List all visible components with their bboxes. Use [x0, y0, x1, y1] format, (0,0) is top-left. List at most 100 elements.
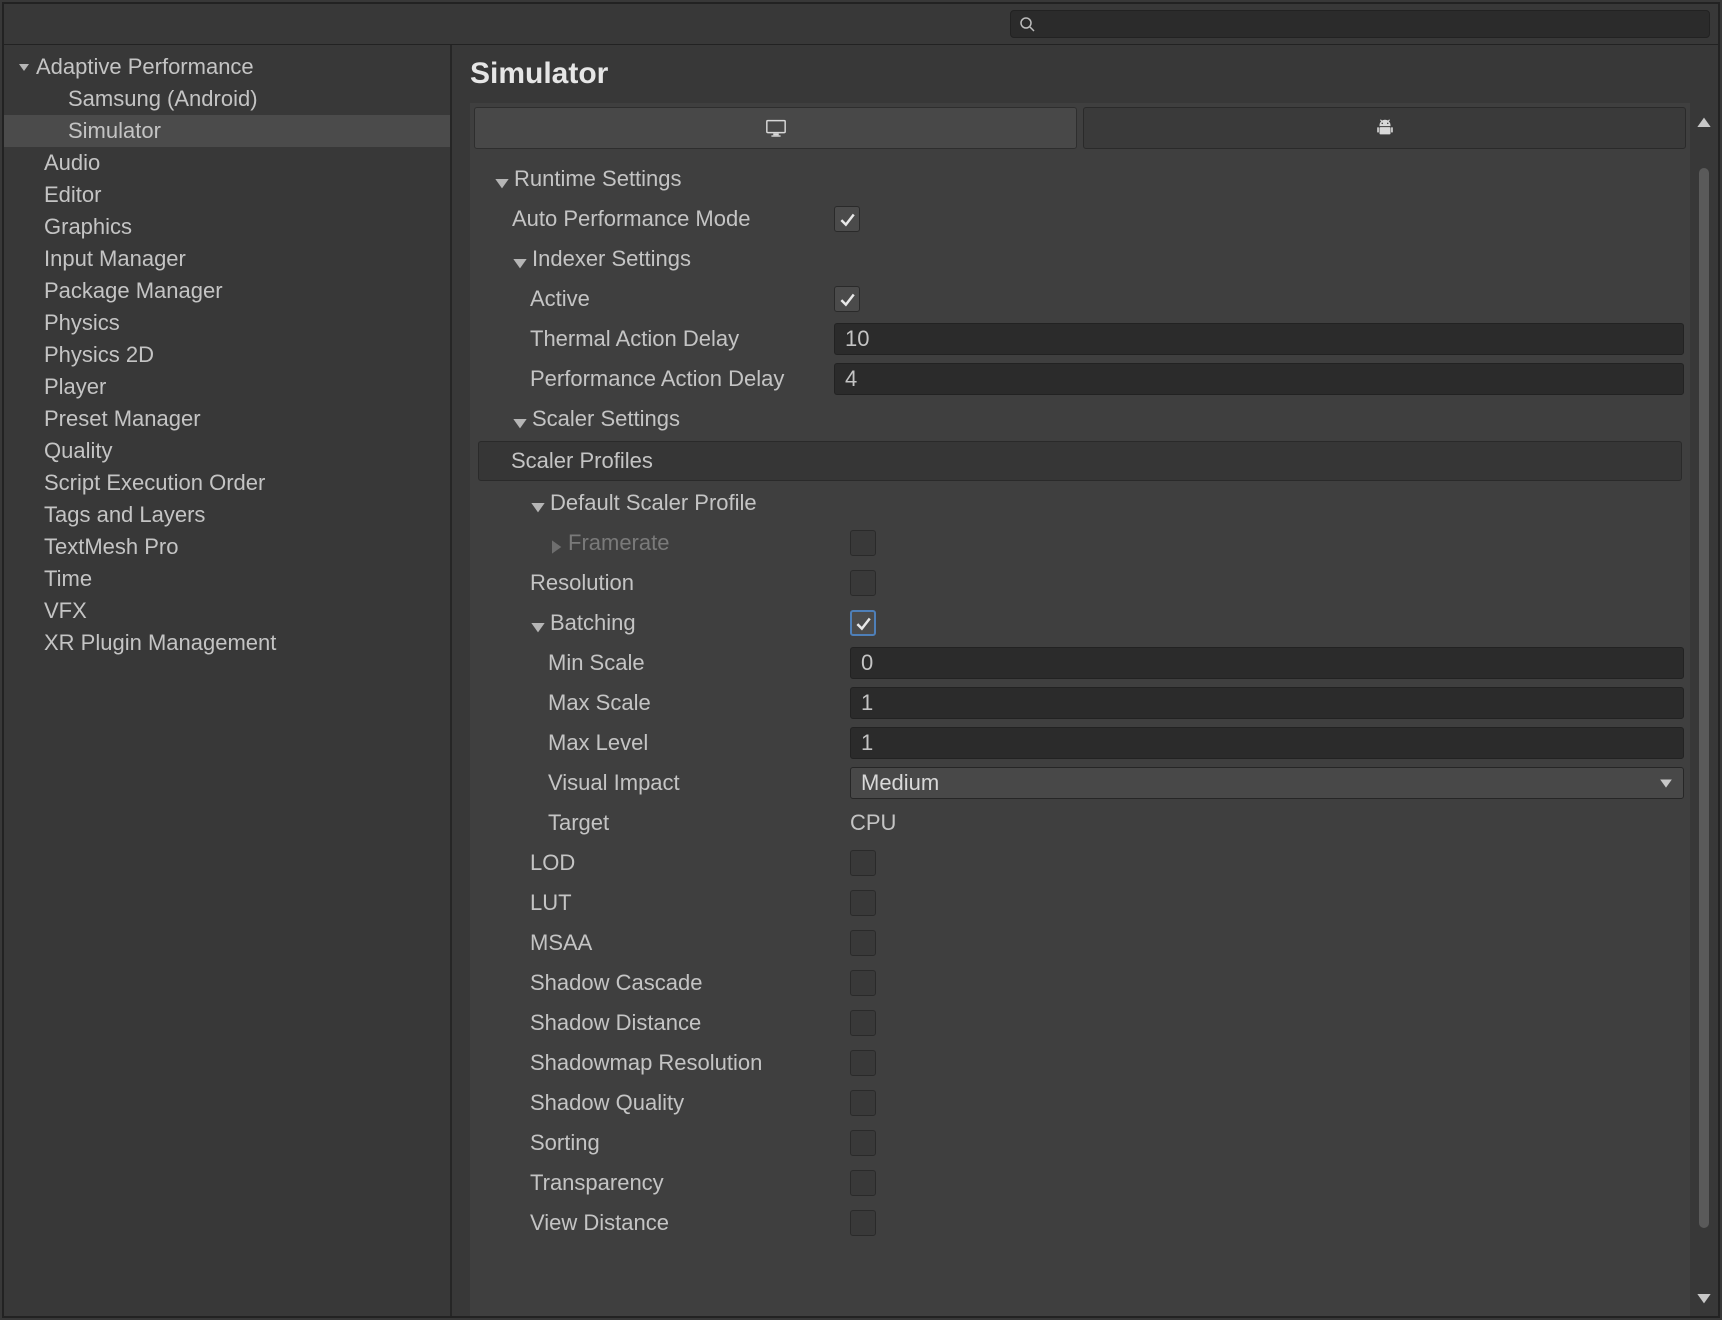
max-scale-input[interactable] — [850, 687, 1684, 719]
target-row: Target CPU — [476, 803, 1684, 843]
sidebar-item-adaptive-performance[interactable]: Adaptive Performance — [4, 51, 450, 83]
field-label: Framerate — [568, 530, 669, 556]
shadowmap-resolution-row: Shadowmap Resolution — [476, 1043, 1684, 1083]
sidebar-item-editor[interactable]: Editor — [4, 179, 450, 211]
thermal-action-delay-row: Thermal Action Delay — [476, 319, 1684, 359]
auto-performance-mode-row: Auto Performance Mode — [476, 199, 1684, 239]
field-label: Max Scale — [548, 690, 651, 716]
page-title: Simulator — [452, 45, 1690, 103]
shadow-quality-row: Shadow Quality — [476, 1083, 1684, 1123]
section-label: Runtime Settings — [514, 166, 682, 192]
toolbar — [4, 4, 1718, 44]
field-label: Shadow Quality — [530, 1090, 684, 1116]
shadow-distance-row: Shadow Distance — [476, 1003, 1684, 1043]
field-label: Target — [548, 810, 609, 836]
main-panel: Simulator Runtime Settings — [452, 45, 1718, 1316]
indexer-active-row: Active — [476, 279, 1684, 319]
search-input[interactable] — [1041, 14, 1701, 35]
runtime-settings-header[interactable]: Runtime Settings — [476, 159, 1684, 199]
search-field[interactable] — [1010, 10, 1710, 38]
shadow-quality-checkbox[interactable] — [850, 1090, 876, 1116]
scrollbar-thumb[interactable] — [1699, 168, 1709, 1228]
resolution-row: Resolution — [476, 563, 1684, 603]
sidebar-item-textmesh-pro[interactable]: TextMesh Pro — [4, 531, 450, 563]
default-scaler-profile-header[interactable]: Default Scaler Profile — [476, 483, 1684, 523]
sidebar-item-quality[interactable]: Quality — [4, 435, 450, 467]
chevron-down-icon — [1659, 776, 1673, 790]
field-label: LUT — [530, 890, 572, 916]
transparency-checkbox[interactable] — [850, 1170, 876, 1196]
sidebar-item-physics[interactable]: Physics — [4, 307, 450, 339]
sidebar-item-audio[interactable]: Audio — [4, 147, 450, 179]
shadow-cascade-checkbox[interactable] — [850, 970, 876, 996]
field-label: View Distance — [530, 1210, 669, 1236]
scaler-profiles-row[interactable]: Scaler Profiles — [478, 441, 1682, 481]
field-label: MSAA — [530, 930, 592, 956]
platform-tabs — [470, 103, 1690, 149]
field-label: Shadowmap Resolution — [530, 1050, 762, 1076]
sidebar-item-tags-and-layers[interactable]: Tags and Layers — [4, 499, 450, 531]
framerate-checkbox — [850, 530, 876, 556]
field-label: Scaler Profiles — [511, 448, 653, 474]
monitor-icon — [765, 117, 787, 139]
visual-impact-select[interactable]: Medium — [850, 767, 1684, 799]
sidebar-item-label: Physics — [44, 310, 120, 336]
content: Runtime Settings Auto Performance Mode — [470, 103, 1690, 1316]
batching-row[interactable]: Batching — [476, 603, 1684, 643]
section-label: Indexer Settings — [532, 246, 691, 272]
msaa-checkbox[interactable] — [850, 930, 876, 956]
sidebar-item-samsung-android[interactable]: Samsung (Android) — [4, 83, 450, 115]
shadowmap-resolution-checkbox[interactable] — [850, 1050, 876, 1076]
indexer-active-checkbox[interactable] — [834, 286, 860, 312]
sidebar-item-vfx[interactable]: VFX — [4, 595, 450, 627]
thermal-action-delay-input[interactable] — [834, 323, 1684, 355]
view-distance-checkbox[interactable] — [850, 1210, 876, 1236]
max-level-input[interactable] — [850, 727, 1684, 759]
sidebar-item-script-execution-order[interactable]: Script Execution Order — [4, 467, 450, 499]
section-label: Default Scaler Profile — [550, 490, 757, 516]
field-label: Min Scale — [548, 650, 645, 676]
sidebar-item-input-manager[interactable]: Input Manager — [4, 243, 450, 275]
sidebar-item-player[interactable]: Player — [4, 371, 450, 403]
field-label: Performance Action Delay — [530, 366, 784, 392]
field-label: Shadow Cascade — [530, 970, 702, 996]
chevron-down-icon — [512, 411, 528, 427]
resolution-checkbox[interactable] — [850, 570, 876, 596]
performance-action-delay-input[interactable] — [834, 363, 1684, 395]
batching-checkbox[interactable] — [850, 610, 876, 636]
sidebar-item-label: Tags and Layers — [44, 502, 205, 528]
sorting-checkbox[interactable] — [850, 1130, 876, 1156]
chevron-down-icon[interactable] — [1696, 1290, 1712, 1306]
sidebar-item-xr-plugin-management[interactable]: XR Plugin Management — [4, 627, 450, 659]
sidebar-item-label: Time — [44, 566, 92, 592]
sidebar-item-simulator[interactable]: Simulator — [4, 115, 450, 147]
min-scale-row: Min Scale — [476, 643, 1684, 683]
scaler-settings-header[interactable]: Scaler Settings — [476, 399, 1684, 439]
sidebar-item-time[interactable]: Time — [4, 563, 450, 595]
lod-checkbox[interactable] — [850, 850, 876, 876]
section-label: Scaler Settings — [532, 406, 680, 432]
sidebar-item-graphics[interactable]: Graphics — [4, 211, 450, 243]
field-label: Max Level — [548, 730, 648, 756]
sidebar-item-package-manager[interactable]: Package Manager — [4, 275, 450, 307]
sidebar-item-preset-manager[interactable]: Preset Manager — [4, 403, 450, 435]
auto-performance-mode-checkbox[interactable] — [834, 206, 860, 232]
transparency-row: Transparency — [476, 1163, 1684, 1203]
sidebar-item-label: Graphics — [44, 214, 132, 240]
lut-checkbox[interactable] — [850, 890, 876, 916]
sidebar-item-label: Audio — [44, 150, 100, 176]
field-label: Batching — [550, 610, 636, 636]
field-label: Shadow Distance — [530, 1010, 701, 1036]
msaa-row: MSAA — [476, 923, 1684, 963]
shadow-distance-checkbox[interactable] — [850, 1010, 876, 1036]
field-label: Thermal Action Delay — [530, 326, 739, 352]
tab-android[interactable] — [1083, 107, 1686, 149]
chevron-up-icon[interactable] — [1696, 115, 1712, 131]
field-label: Resolution — [530, 570, 634, 596]
indexer-settings-header[interactable]: Indexer Settings — [476, 239, 1684, 279]
search-icon — [1019, 16, 1035, 32]
max-scale-row: Max Scale — [476, 683, 1684, 723]
min-scale-input[interactable] — [850, 647, 1684, 679]
sidebar-item-physics-2d[interactable]: Physics 2D — [4, 339, 450, 371]
tab-desktop[interactable] — [474, 107, 1077, 149]
